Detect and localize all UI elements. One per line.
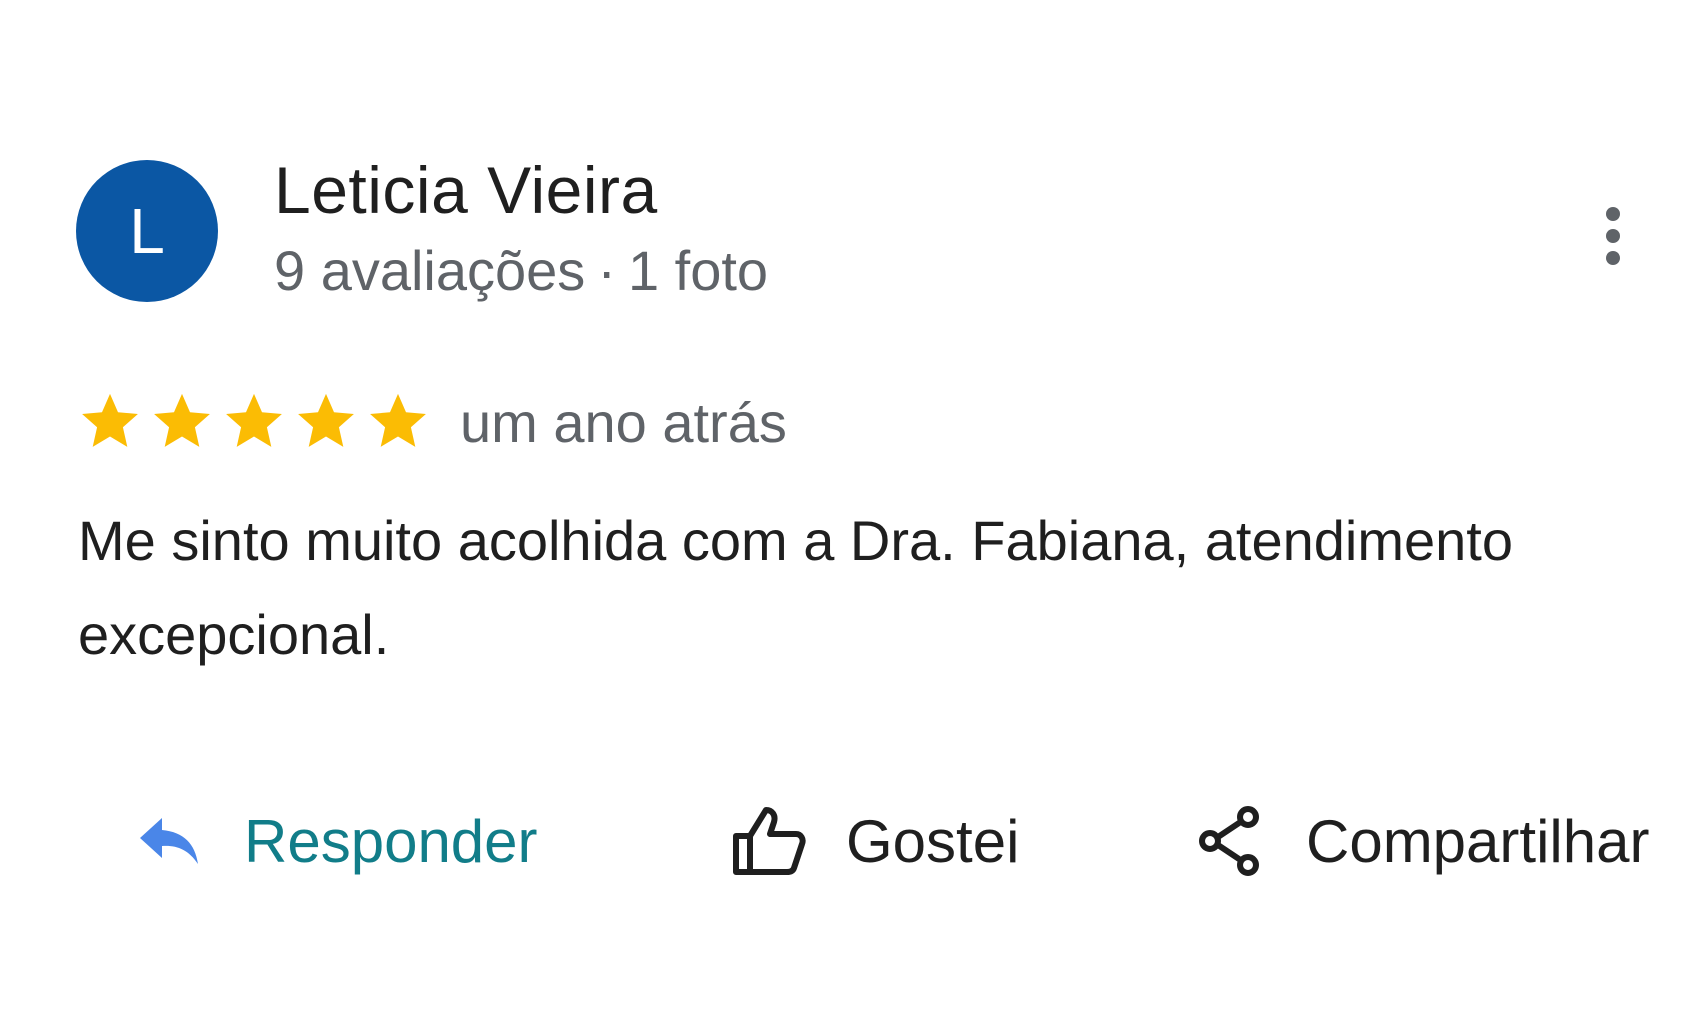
reply-button[interactable]: Responder — [138, 796, 538, 886]
more-vert-icon — [1606, 207, 1620, 265]
author-meta: 9 avaliações · 1 foto — [274, 238, 768, 303]
star-icon — [298, 393, 354, 447]
thumb-up-icon — [732, 806, 806, 876]
share-button[interactable]: Compartilhar — [1198, 796, 1649, 886]
photos-count: 1 foto — [627, 239, 769, 302]
star-icon — [226, 393, 282, 447]
reply-icon — [138, 816, 200, 866]
avatar[interactable]: L — [76, 160, 218, 302]
share-label: Compartilhar — [1306, 807, 1650, 875]
review-text: Me sinto muito acolhida com a Dra. Fabia… — [78, 509, 1513, 666]
avatar-initial: L — [129, 195, 165, 267]
review-card: L Leticia Vieira 9 avaliações · 1 foto um … — [0, 0, 1700, 1032]
reply-label: Responder — [244, 807, 538, 875]
reviews-count: 9 avaliações — [274, 239, 586, 302]
like-button[interactable]: Gostei — [732, 796, 1019, 886]
share-icon — [1198, 805, 1262, 877]
meta-separator: · — [597, 239, 616, 302]
star-icon — [154, 393, 210, 447]
author-name[interactable]: Leticia Vieira — [274, 152, 658, 228]
review-time: um ano atrás — [460, 391, 787, 454]
more-options-button[interactable] — [1592, 200, 1634, 272]
star-icon — [82, 393, 138, 447]
like-label: Gostei — [846, 807, 1020, 875]
star-icon — [370, 393, 426, 447]
star-rating — [78, 390, 430, 452]
